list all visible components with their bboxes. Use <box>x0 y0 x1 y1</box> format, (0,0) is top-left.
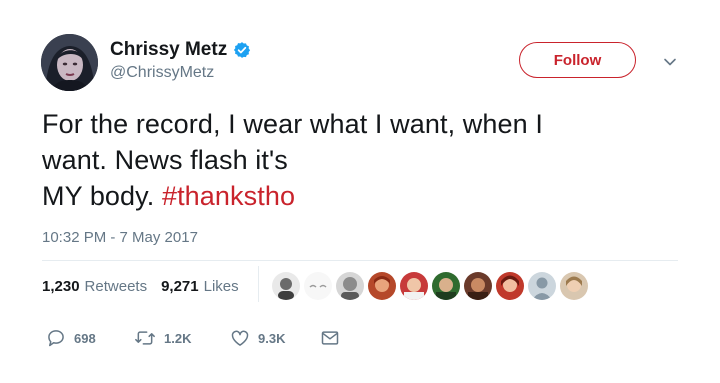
divider <box>258 266 259 302</box>
likes-count: 9,271 <box>161 277 199 295</box>
tweet-actions: 698 1.2K 9.3K <box>46 328 340 348</box>
tweet-timestamp[interactable]: 10:32 PM - 7 May 2017 <box>42 229 198 246</box>
avatar[interactable] <box>41 34 98 91</box>
hashtag-link[interactable]: #thankstho <box>162 181 295 211</box>
follow-button[interactable]: Follow <box>519 42 636 78</box>
reply-button[interactable]: 698 <box>46 328 134 348</box>
tweet-text-fragment: MY body. <box>42 181 162 211</box>
tweet-stats: 1,230 Retweets 9,271 Likes <box>42 272 253 300</box>
tweet-text: For the record, I wear what I want, when… <box>42 106 682 214</box>
heart-icon <box>230 328 250 348</box>
like-button[interactable]: 9.3K <box>230 328 320 348</box>
name-row: Chrissy Metz <box>110 39 251 61</box>
envelope-icon <box>320 328 340 348</box>
tweet-text-line: want. News flash it's <box>42 145 288 175</box>
user-handle[interactable]: @ChrissyMetz <box>110 64 214 82</box>
liker-avatar[interactable] <box>528 272 556 300</box>
tweet-card: Chrissy Metz @ChrissyMetz Follow For the… <box>0 0 720 383</box>
liker-avatar[interactable] <box>336 272 364 300</box>
retweets-label: Retweets <box>84 277 148 295</box>
like-count: 9.3K <box>258 330 286 346</box>
liker-avatar[interactable] <box>304 272 332 300</box>
tweet-text-line: MY body. #thankstho <box>42 178 682 214</box>
chevron-down-icon[interactable] <box>662 54 678 70</box>
retweet-count: 1.2K <box>164 330 192 346</box>
retweets-count: 1,230 <box>42 277 80 295</box>
verified-badge-icon <box>233 41 251 59</box>
liker-avatar[interactable] <box>432 272 460 300</box>
liker-avatar[interactable] <box>496 272 524 300</box>
liker-avatar[interactable] <box>272 272 300 300</box>
retweets-stat[interactable]: 1,230 Retweets <box>42 278 147 295</box>
likes-stat[interactable]: 9,271 Likes <box>161 278 239 295</box>
display-name[interactable]: Chrissy Metz <box>110 39 227 61</box>
liker-avatars <box>272 272 588 300</box>
direct-message-button[interactable] <box>320 328 340 348</box>
tweet-text-line: For the record, I wear what I want, when… <box>42 109 543 139</box>
likes-label: Likes <box>203 277 239 295</box>
divider <box>42 260 678 261</box>
liker-avatar[interactable] <box>400 272 428 300</box>
reply-icon <box>46 328 66 348</box>
liker-avatar[interactable] <box>464 272 492 300</box>
retweet-icon <box>134 328 156 348</box>
retweet-button[interactable]: 1.2K <box>134 328 230 348</box>
reply-count: 698 <box>74 330 96 346</box>
liker-avatar[interactable] <box>368 272 396 300</box>
liker-avatar[interactable] <box>560 272 588 300</box>
